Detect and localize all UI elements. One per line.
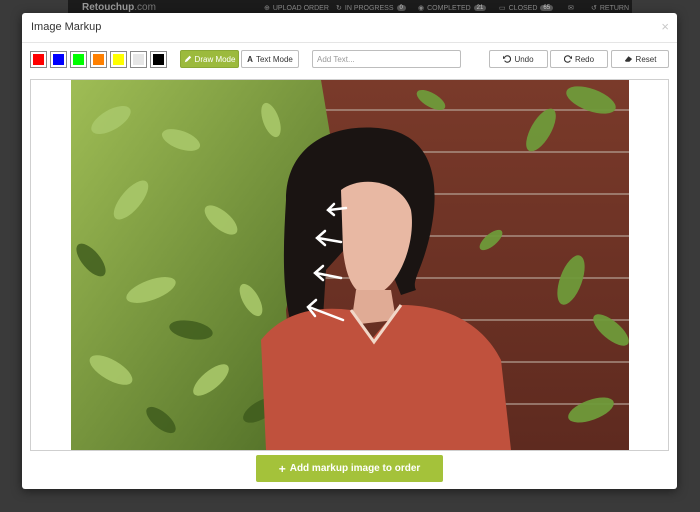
folder-icon: ▭ xyxy=(499,5,506,12)
count-badge: 65 xyxy=(540,5,554,11)
nav-closed[interactable]: ▭ CLOSED 65 xyxy=(499,4,554,12)
color-swatch-black[interactable] xyxy=(150,51,167,68)
nav-return[interactable]: ↺ RETURN xyxy=(591,4,629,13)
color-swatch-orange[interactable] xyxy=(90,51,107,68)
color-swatch-green[interactable] xyxy=(70,51,87,68)
nav-upload-order[interactable]: ⊕ UPLOAD ORDER xyxy=(264,4,329,13)
upload-icon: ⊕ xyxy=(264,5,270,12)
mail-icon: ✉ xyxy=(568,5,574,12)
count-badge: 21 xyxy=(473,5,487,11)
color-swatch-red[interactable] xyxy=(30,51,47,68)
reset-button[interactable]: Reset xyxy=(611,50,669,68)
color-swatch-white[interactable] xyxy=(130,51,147,68)
modal-title: Image Markup xyxy=(31,21,102,33)
add-markup-image-button[interactable]: + Add markup image to order xyxy=(256,455,443,482)
count-badge: 0 xyxy=(396,5,406,11)
return-icon: ↺ xyxy=(591,5,597,12)
nav-mail[interactable]: ✉ xyxy=(568,4,574,12)
color-swatch-blue[interactable] xyxy=(50,51,67,68)
undo-icon xyxy=(503,55,512,63)
nav-completed[interactable]: ◉ COMPLETED 21 xyxy=(418,4,487,12)
modal-header: Image Markup × xyxy=(22,13,677,43)
redo-icon xyxy=(563,55,572,63)
undo-button[interactable]: Undo xyxy=(489,50,548,68)
markup-photo[interactable] xyxy=(71,80,629,450)
plus-icon: + xyxy=(278,461,286,476)
font-icon: A xyxy=(247,54,253,64)
nav-in-progress[interactable]: ↻ IN PROGRESS 0 xyxy=(336,4,406,12)
markup-canvas[interactable] xyxy=(30,79,669,451)
photo-illustration xyxy=(71,80,629,450)
app-logo: Retouchup.com xyxy=(82,2,156,13)
redo-button[interactable]: Redo xyxy=(550,50,608,68)
add-text-input[interactable] xyxy=(312,50,461,68)
close-icon[interactable]: × xyxy=(661,19,669,34)
draw-mode-button[interactable]: Draw Mode xyxy=(180,50,239,68)
eraser-icon xyxy=(624,55,633,63)
text-mode-button[interactable]: A Text Mode xyxy=(241,50,299,68)
check-icon: ◉ xyxy=(418,5,425,12)
color-swatch-yellow[interactable] xyxy=(110,51,127,68)
markup-toolbar: Draw Mode A Text Mode Undo Redo Reset xyxy=(22,43,677,77)
refresh-icon: ↻ xyxy=(336,5,342,12)
pencil-icon xyxy=(184,55,192,63)
image-markup-modal: Image Markup × Draw Mode A Text Mode Und… xyxy=(22,13,677,489)
